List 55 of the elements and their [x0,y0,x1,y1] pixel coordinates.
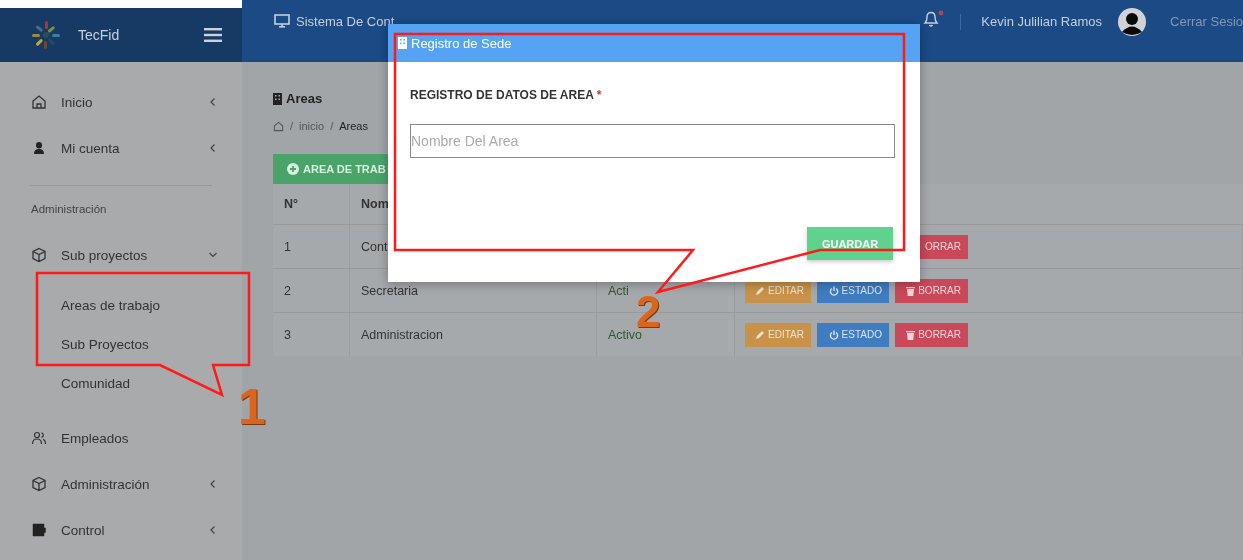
wallet-icon [31,522,47,538]
status-text: Acti [608,283,629,298]
chevron-icon [208,97,218,107]
table-cell: 1 [273,225,350,268]
submenu-item[interactable]: Areas de trabajo [0,286,242,325]
logout-link[interactable]: Cerrar Sesio [1170,14,1243,29]
power-icon [828,285,839,296]
cube-icon [31,476,47,492]
nav-item[interactable]: Administración [0,461,242,507]
edit-button[interactable]: EDITAR [745,322,811,347]
nav-item[interactable]: Sub proyectos [0,232,242,278]
avatar-icon[interactable] [1118,8,1147,36]
plus-circle-icon [287,163,299,175]
nav-item[interactable]: Inicio [0,79,242,125]
modal-title: Registro de Sede [411,35,512,51]
section-label: Administración [30,202,108,217]
menu-icon[interactable] [204,28,222,42]
chevron-icon [208,250,218,260]
submenu-item[interactable]: Sub Proyectos [0,325,242,364]
cube-icon [31,247,47,263]
table-cell: 2 [273,269,350,312]
delete-button[interactable]: BORRAR [895,278,968,303]
chevron-icon [208,525,218,535]
area-name-input[interactable]: Nombre Del Area [410,124,895,158]
column-header: N° [273,184,350,224]
pencil-icon [755,285,766,296]
home-icon [31,94,47,110]
users-icon [31,430,47,446]
breadcrumb-link[interactable]: inicio [299,120,325,132]
status-text: Activo [608,327,643,342]
breadcrumb-separator: / [330,120,334,132]
breadcrumb-separator: / [290,120,294,132]
monitor-icon [274,14,290,28]
nav-item[interactable]: Control [0,507,242,553]
building-icon [273,92,282,105]
delete-button[interactable]: BORRAR [895,322,968,347]
pencil-icon [755,329,766,340]
chevron-icon [208,143,218,153]
field-label: REGISTRO DE DATOS DE AREA * [410,88,603,102]
logo-icon [30,20,62,50]
user-name[interactable]: Kevin Julilian Ramos [981,14,1103,29]
user-icon [31,140,47,156]
save-button[interactable]: GUARDAR [807,227,893,260]
building-icon [398,37,407,49]
chevron-icon [208,479,218,489]
trash-icon [906,329,916,340]
brand-name: TecFid [78,27,121,43]
table-cell: 3 [273,313,350,356]
state-button[interactable]: ESTADO [817,322,889,347]
power-icon [828,329,839,340]
trash-icon [906,285,916,296]
notification-bell-icon[interactable] [922,10,945,28]
nav-item[interactable]: Mi cuenta [0,125,242,171]
home-icon[interactable] [273,120,284,132]
table-cell: Administracion [350,313,597,356]
